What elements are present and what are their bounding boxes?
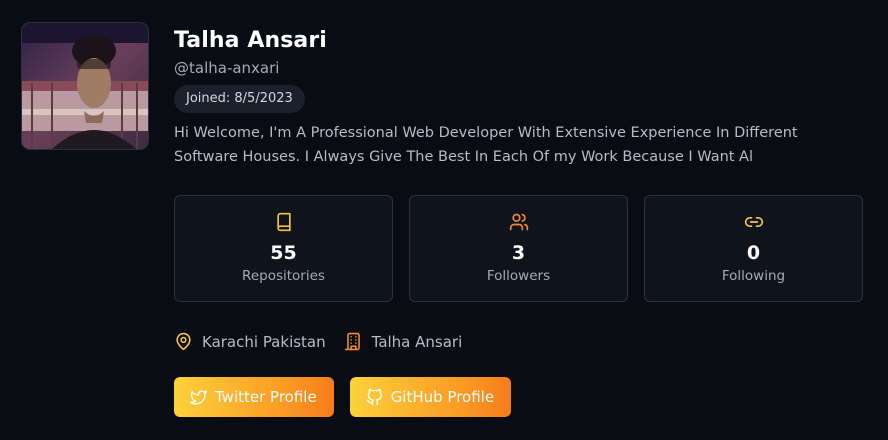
github-icon [366,388,382,405]
stat-value-repositories: 55 [270,242,297,264]
stat-card-following: 0 Following [644,195,863,302]
profile-name: Talha Ansari [174,28,327,53]
building-icon [344,332,360,351]
link-icon [744,217,763,227]
stats-row: 55 Repositories 3 Followers 0 Following [174,195,863,302]
book-icon [276,212,291,232]
stat-label-followers: Followers [486,268,551,284]
twitter-icon [190,389,207,405]
location-item: Karachi Pakistan [174,332,326,351]
stat-value-following: 0 [746,242,761,264]
profile-avatar [22,23,148,149]
stat-value-followers: 3 [511,242,526,264]
stat-card-followers: 3 Followers [409,195,628,302]
profile-handle: @talha-anxari [174,59,280,77]
company-text: Talha Ansari [371,332,463,351]
profile-content: Talha Ansari @talha-anxari Joined: 8/5/2… [174,26,868,417]
profile-meta: Karachi Pakistan Talha Ansari [174,332,480,351]
map-pin-icon [176,332,191,351]
company-item: Talha Ansari [344,332,463,351]
profile-bio: Hi Welcome, I'm A Professional Web Devel… [174,125,798,165]
stat-card-repositories: 55 Repositories [174,195,393,302]
profile-buttons: Twitter Profile GitHub Profile [174,377,512,417]
twitter-button-label: Twitter Profile [215,388,317,406]
stat-label-repositories: Repositories [242,268,325,284]
joined-badge: Joined: 8/5/2023 [174,85,305,113]
stat-label-following: Following [721,268,786,284]
github-profile-button[interactable]: GitHub Profile [349,377,512,417]
location-text: Karachi Pakistan [202,332,326,351]
github-button-label: GitHub Profile [390,388,495,406]
users-icon [509,213,528,231]
twitter-profile-button[interactable]: Twitter Profile [174,377,334,417]
